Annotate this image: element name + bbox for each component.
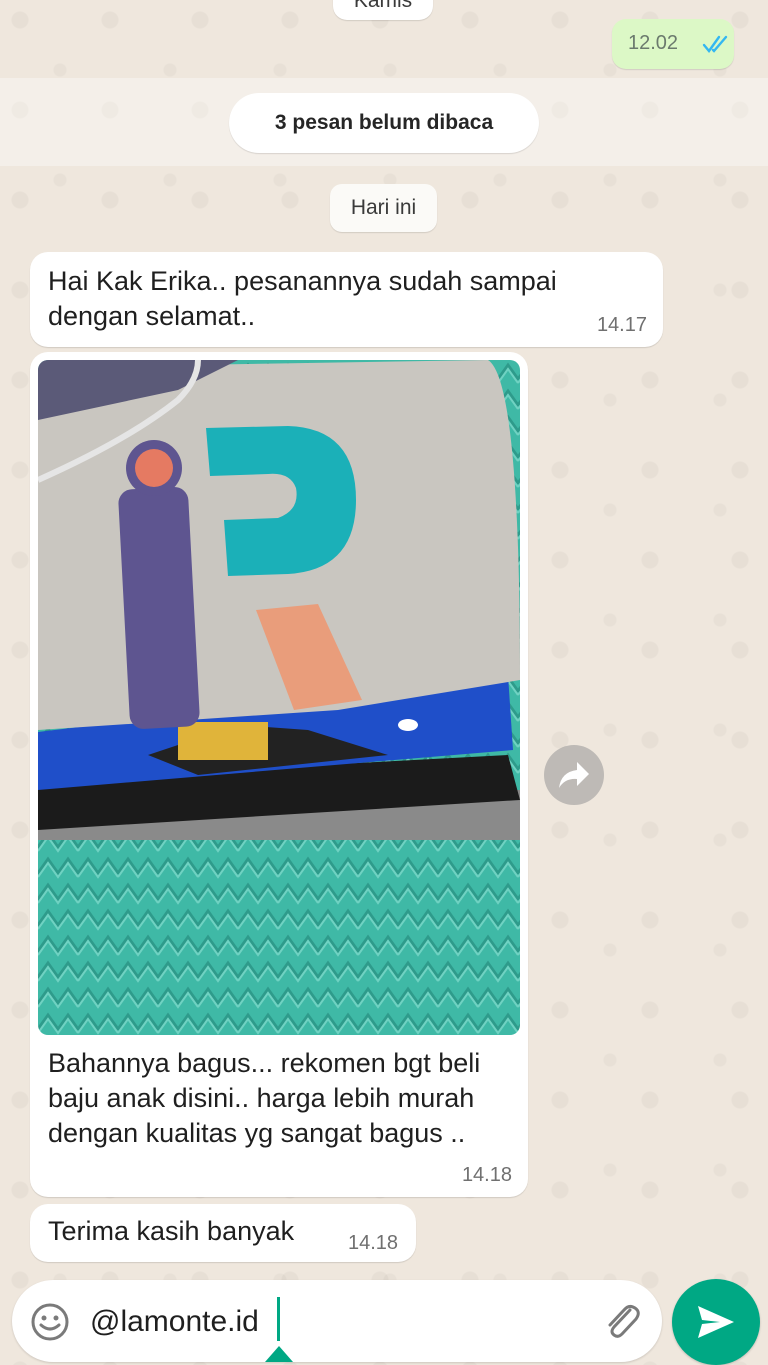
photo-folded-clothes: [38, 360, 520, 1035]
outgoing-message-time: 12.02: [628, 32, 679, 54]
outgoing-message-bubble[interactable]: 12.02: [612, 19, 734, 69]
text-cursor: [277, 1297, 280, 1341]
forward-button[interactable]: [544, 745, 604, 805]
message-time: 14.18: [461, 1164, 512, 1186]
incoming-message-bubble[interactable]: Hai Kak Erika.. pesanannya sudah sampai …: [30, 252, 663, 347]
unread-messages-banner: 3 pesan belum dibaca: [229, 93, 539, 153]
message-text: Hai Kak Erika.. pesanannya sudah sampai …: [48, 266, 557, 331]
paperclip-icon[interactable]: [600, 1300, 644, 1344]
message-text: Bahannya bagus... rekomen bgt beli baju …: [48, 1048, 481, 1148]
message-compose-bar: [12, 1280, 662, 1362]
message-time: 14.17: [596, 314, 647, 336]
incoming-message-bubble[interactable]: Terima kasih banyak 14.18: [30, 1204, 416, 1262]
text-cursor-handle[interactable]: [265, 1346, 293, 1362]
incoming-image-message-bubble[interactable]: Bahannya bagus... rekomen bgt beli baju …: [30, 352, 528, 1197]
message-text: Terima kasih banyak: [48, 1216, 295, 1246]
emoji-icon[interactable]: [30, 1302, 70, 1342]
message-time: 14.18: [348, 1232, 399, 1254]
message-input[interactable]: [90, 1294, 550, 1350]
send-button[interactable]: [672, 1279, 760, 1365]
forward-icon: [559, 762, 589, 788]
date-separator-previous: Kamis: [333, 0, 433, 20]
message-photo[interactable]: [38, 360, 520, 1035]
double-check-icon: [702, 35, 728, 53]
send-icon: [698, 1306, 734, 1338]
date-separator-today: Hari ini: [330, 184, 437, 232]
